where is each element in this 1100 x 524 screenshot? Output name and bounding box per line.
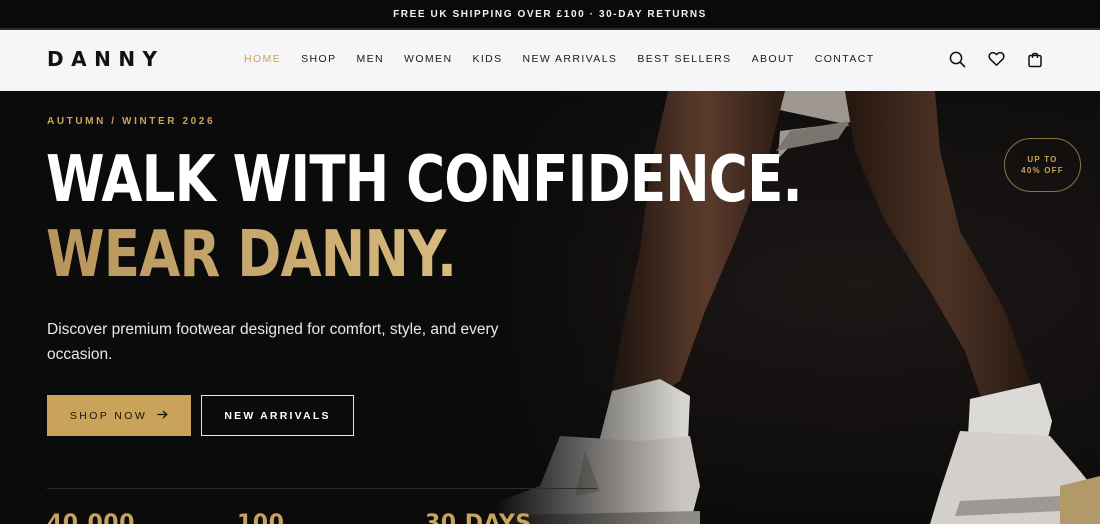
nav-actions — [948, 50, 1044, 68]
arrow-right-icon — [157, 410, 168, 422]
search-icon[interactable] — [948, 50, 966, 68]
hero-headline: WALK WITH CONFIDENCE. WEAR DANNY. — [46, 143, 803, 293]
badge-line-1: UP TO — [1027, 155, 1058, 164]
nav-item-best-sellers[interactable]: BEST SELLERS — [637, 53, 731, 65]
shop-now-label: SHOP NOW — [69, 409, 148, 422]
nav-item-home[interactable]: HOME — [244, 53, 281, 65]
new-arrivals-label: NEW ARRIVALS — [224, 409, 331, 422]
nav-item-women[interactable]: WOMEN — [404, 53, 452, 65]
stats-divider — [47, 488, 597, 489]
hero-section: AUTUMN / WINTER 2026 WALK WITH CONFIDENC… — [0, 91, 1100, 524]
stats-row: 40,000 100 30 DAYS — [47, 511, 532, 524]
nav-item-shop[interactable]: SHOP — [301, 53, 336, 65]
stat-customers: 40,000 — [47, 511, 135, 524]
announcement-text: FREE UK SHIPPING OVER £100 · 30-DAY RETU… — [393, 8, 707, 20]
stat-styles: 100 — [237, 511, 285, 524]
main-menu: HOME SHOP MEN WOMEN KIDS NEW ARRIVALS BE… — [244, 53, 895, 65]
headline-line-2: WEAR DANNY. — [46, 218, 802, 293]
heart-icon[interactable] — [987, 50, 1005, 68]
brand-logo[interactable]: DANNY — [47, 47, 165, 71]
hero-subtitle: Discover premium footwear designed for c… — [47, 321, 499, 363]
new-arrivals-button[interactable]: NEW ARRIVALS — [201, 395, 354, 436]
top-navigation: DANNY HOME SHOP MEN WOMEN KIDS NEW ARRIV… — [0, 30, 1100, 91]
nav-item-kids[interactable]: KIDS — [472, 53, 502, 65]
nav-item-men[interactable]: MEN — [356, 53, 384, 65]
announcement-bar: FREE UK SHIPPING OVER £100 · 30-DAY RETU… — [0, 0, 1100, 30]
nav-item-new-arrivals[interactable]: NEW ARRIVALS — [523, 53, 618, 65]
shop-now-button[interactable]: SHOP NOW — [47, 395, 191, 436]
nav-item-contact[interactable]: CONTACT — [815, 53, 875, 65]
discount-badge[interactable]: UP TO 40% OFF — [1004, 138, 1081, 192]
bag-icon[interactable] — [1026, 50, 1044, 68]
badge-line-2: 40% OFF — [1021, 166, 1064, 175]
headline-line-1: WALK WITH CONFIDENCE. — [46, 143, 803, 217]
nav-item-about[interactable]: ABOUT — [752, 53, 795, 65]
hero-eyebrow: AUTUMN / WINTER 2026 — [47, 116, 216, 127]
stat-returns: 30 DAYS — [425, 511, 532, 524]
